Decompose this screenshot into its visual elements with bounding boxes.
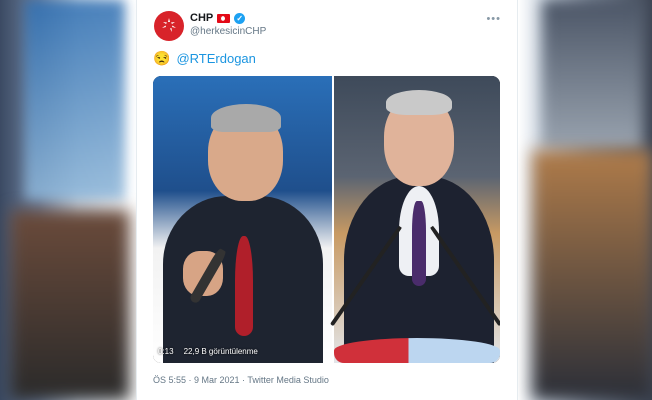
author-name[interactable]: CHP [190, 12, 213, 24]
speaker-tie [235, 236, 253, 336]
tweet-meta[interactable]: ÖS 5:55 · 9 Mar 2021 · Twitter Media Stu… [153, 375, 329, 385]
speaker-hair [386, 90, 452, 115]
blurred-background-right [518, 0, 652, 400]
tweet-text: 😒 @RTErdogan [153, 50, 256, 67]
chp-logo-icon [162, 18, 176, 32]
more-dots-icon[interactable]: ••• [486, 13, 501, 25]
video-time: 0:13 [158, 347, 174, 356]
video-info: 0:13 22,9 B görüntülenme [158, 347, 258, 356]
video-frame-left [153, 76, 332, 363]
turkey-flag-icon [217, 13, 231, 23]
tweet-card: CHP ✓ @herkesicinCHP ••• 😒 @RTErdogan 0:… [136, 0, 518, 400]
blurred-shape [10, 210, 130, 400]
verified-badge-icon: ✓ [234, 12, 246, 24]
video-views: 22,9 B görüntülenme [183, 347, 258, 356]
speaker-tie [412, 201, 426, 286]
avatar[interactable] [154, 11, 184, 41]
video-frame-right [329, 76, 500, 363]
video-player[interactable]: 0:13 22,9 B görüntülenme [153, 76, 500, 363]
blurred-shape [542, 0, 642, 150]
blurred-shape [532, 150, 652, 400]
author-row: CHP ✓ [190, 12, 246, 24]
blurred-background-left [0, 0, 130, 400]
podium [334, 338, 500, 363]
unamused-face-icon: 😒 [153, 50, 171, 66]
mention-link[interactable]: @RTErdogan [176, 51, 255, 66]
speaker-hair [211, 104, 281, 132]
blurred-shape [25, 0, 125, 200]
author-handle[interactable]: @herkesicinCHP [190, 26, 266, 37]
